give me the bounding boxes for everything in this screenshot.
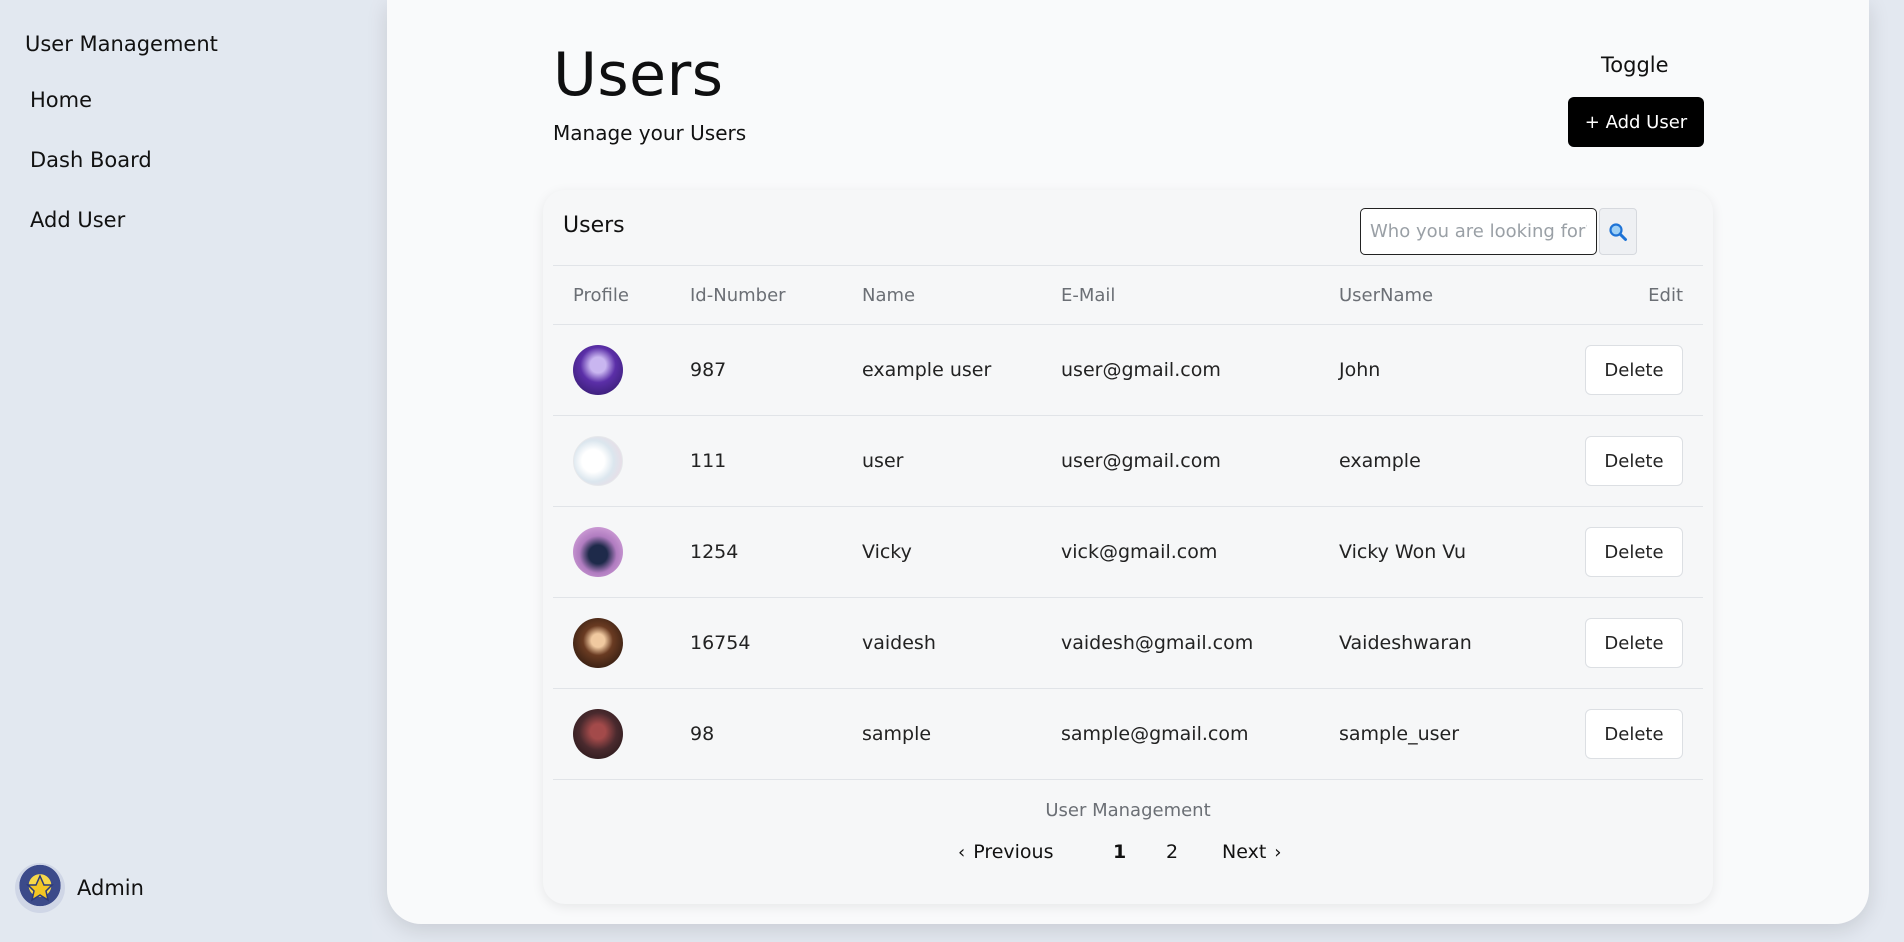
sidebar-item-home[interactable]: Home — [30, 88, 92, 112]
pagination-next-label: Next — [1222, 841, 1267, 863]
admin-avatar-icon — [26, 874, 54, 902]
sidebar-brand: User Management — [25, 32, 218, 56]
table-row: 16754 vaidesh vaidesh@gmail.com Vaideshw… — [553, 598, 1703, 689]
cell-email: vaidesh@gmail.com — [1061, 632, 1254, 654]
table-row: 111 user user@gmail.com example Delete — [553, 416, 1703, 507]
cell-name: sample — [862, 723, 932, 745]
footer-label: User Management — [1045, 800, 1211, 821]
column-header-edit: Edit — [1648, 284, 1683, 306]
delete-button[interactable]: Delete — [1585, 527, 1683, 577]
cell-id: 16754 — [690, 632, 751, 654]
delete-button[interactable]: Delete — [1585, 345, 1683, 395]
toggle-button[interactable]: Toggle — [1601, 53, 1669, 77]
table-row: 98 sample sample@gmail.com sample_user D… — [553, 689, 1703, 780]
sidebar-item-dashboard[interactable]: Dash Board — [30, 148, 152, 172]
search-icon — [1609, 222, 1627, 241]
cell-id: 987 — [690, 359, 727, 381]
user-avatar — [573, 345, 623, 395]
chevron-left-icon: ‹ — [958, 841, 966, 863]
search-button[interactable] — [1599, 208, 1637, 255]
column-header-username: UserName — [1339, 284, 1434, 306]
users-panel: Users Profile Id-Number Name E-Mail User… — [543, 190, 1713, 904]
delete-button[interactable]: Delete — [1585, 436, 1683, 486]
search-input[interactable] — [1360, 208, 1597, 255]
delete-button[interactable]: Delete — [1585, 618, 1683, 668]
cell-email: user@gmail.com — [1061, 359, 1221, 381]
cell-name: example user — [862, 359, 992, 381]
pagination-previous[interactable]: ‹ Previous — [958, 837, 1054, 867]
add-user-button[interactable]: + Add User — [1568, 97, 1704, 147]
cell-username: John — [1339, 359, 1381, 381]
delete-button[interactable]: Delete — [1585, 709, 1683, 759]
column-header-name: Name — [862, 284, 916, 306]
cell-email: user@gmail.com — [1061, 450, 1221, 472]
admin-label: Admin — [77, 876, 144, 900]
pagination-page-1[interactable]: 1 — [1113, 837, 1126, 867]
pagination-previous-label: Previous — [973, 841, 1054, 863]
cell-email: vick@gmail.com — [1061, 541, 1218, 563]
sidebar: User Management Home Dash Board Add User… — [0, 0, 372, 942]
column-header-profile: Profile — [573, 284, 629, 306]
admin-avatar — [15, 863, 65, 913]
user-avatar — [573, 527, 623, 577]
cell-username: example — [1339, 450, 1421, 472]
table-body: 987 example user user@gmail.com John Del… — [553, 325, 1703, 780]
table-header: Profile Id-Number Name E-Mail UserName E… — [553, 265, 1703, 325]
pagination: ‹ Previous 1 2 Next › — [543, 837, 1713, 867]
search-bar — [1360, 208, 1637, 255]
cell-name: user — [862, 450, 904, 472]
pagination-next[interactable]: Next › — [1222, 837, 1281, 867]
table-row: 987 example user user@gmail.com John Del… — [553, 325, 1703, 416]
page-subtitle: Manage your Users — [553, 121, 747, 145]
table-row: 1254 Vicky vick@gmail.com Vicky Won Vu D… — [553, 507, 1703, 598]
user-avatar — [573, 618, 623, 668]
cell-username: sample_user — [1339, 723, 1460, 745]
user-avatar — [573, 709, 623, 759]
panel-title: Users — [563, 213, 625, 238]
sidebar-item-add-user[interactable]: Add User — [30, 208, 125, 232]
cell-id: 98 — [690, 723, 715, 745]
admin-profile[interactable]: Admin — [15, 863, 144, 913]
column-header-email: E-Mail — [1061, 284, 1116, 306]
cell-username: Vicky Won Vu — [1339, 541, 1467, 563]
cell-id: 111 — [690, 450, 727, 472]
cell-name: vaidesh — [862, 632, 936, 654]
page-title: Users — [553, 40, 724, 110]
column-header-id: Id-Number — [690, 284, 786, 306]
main-content: Users Manage your Users Toggle + Add Use… — [387, 0, 1869, 924]
user-avatar — [573, 436, 623, 486]
chevron-right-icon: › — [1274, 841, 1282, 863]
pagination-page-2[interactable]: 2 — [1166, 837, 1178, 867]
cell-id: 1254 — [690, 541, 739, 563]
cell-name: Vicky — [862, 541, 912, 563]
cell-username: Vaideshwaran — [1339, 632, 1472, 654]
cell-email: sample@gmail.com — [1061, 723, 1249, 745]
